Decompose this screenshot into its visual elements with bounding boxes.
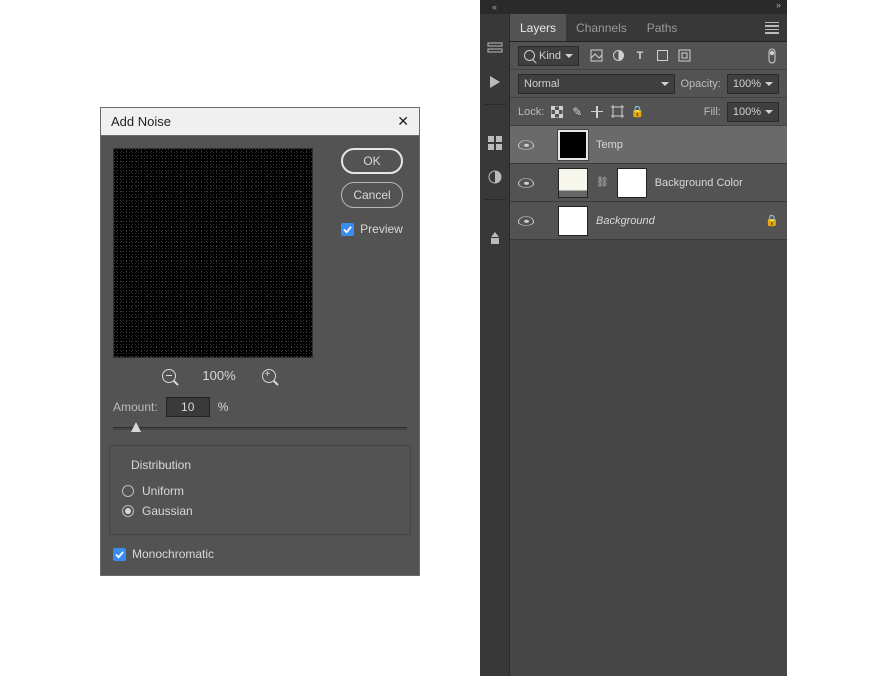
adjustments-icon[interactable] [485,167,505,187]
layers-panel-dock: « » Layers Channels Paths [480,0,787,676]
check-icon [343,225,352,234]
lock-position-icon[interactable] [590,105,604,119]
zoom-level: 100% [202,368,235,383]
fill-dropdown[interactable]: 100% [727,102,779,122]
zoom-out-icon[interactable] [162,369,176,383]
cancel-button[interactable]: Cancel [341,182,403,208]
slider-thumb[interactable] [131,422,141,432]
fill-label: Fill: [704,106,721,118]
add-noise-dialog: Add Noise ✕ 100% OK Cancel Preview Amoun… [100,107,420,576]
tab-paths[interactable]: Paths [637,14,688,41]
lock-fill-row: Lock: ✎ 🔒 Fill: 100% [510,98,787,126]
hamburger-icon [765,22,779,34]
radio-dot-icon [125,508,131,514]
swatches-icon[interactable] [485,133,505,153]
noise-preview-image [113,148,313,358]
preview-label: Preview [360,222,403,236]
chevron-down-icon [765,82,773,86]
panel-expand-right[interactable]: » [510,0,787,14]
layer-thumbnail[interactable] [558,206,588,236]
layer-name[interactable]: Temp [596,139,779,151]
dock-strip: « [480,0,510,676]
preview-checkbox[interactable] [341,223,354,236]
chevron-down-icon [661,82,669,86]
layer-mask-thumbnail[interactable] [617,168,647,198]
lock-icon: 🔒 [765,214,779,227]
history-icon[interactable] [485,38,505,58]
layer-row-background-color[interactable]: ⛓ Background Color [510,164,787,202]
amount-label: Amount: [113,400,158,414]
dialog-title: Add Noise [111,114,171,129]
gaussian-radio-row[interactable]: Gaussian [122,504,400,518]
lock-label: Lock: [518,106,544,118]
gaussian-radio[interactable] [122,505,134,517]
dialog-titlebar[interactable]: Add Noise ✕ [101,108,419,136]
distribution-fieldset: Distribution Uniform Gaussian [109,445,411,535]
slider-track [113,427,407,430]
filter-adjust-icon[interactable] [611,49,625,63]
dock-collapse-left[interactable]: « [480,0,509,14]
visibility-icon[interactable] [518,140,534,150]
lock-transparency-icon[interactable] [550,105,564,119]
zoom-in-icon[interactable] [262,369,276,383]
panel-tabs: Layers Channels Paths [510,14,787,42]
chevron-down-icon [565,54,573,58]
layer-row-temp[interactable]: Temp [510,126,787,164]
lock-artboard-icon[interactable] [610,105,624,119]
amount-input[interactable] [166,397,210,417]
layers-panel: » Layers Channels Paths Kind T [510,0,787,676]
chevron-down-icon [765,110,773,114]
monochromatic-label: Monochromatic [132,547,214,561]
opacity-dropdown[interactable]: 100% [727,74,779,94]
filter-pixel-icon[interactable] [589,49,603,63]
gaussian-label: Gaussian [142,504,193,518]
filter-toggle-switch[interactable] [765,49,779,63]
tab-channels[interactable]: Channels [566,14,637,41]
uniform-radio[interactable] [122,485,134,497]
close-icon[interactable]: ✕ [397,113,409,130]
uniform-label: Uniform [142,484,184,498]
amount-slider[interactable] [113,421,407,439]
filter-type-icon[interactable]: T [633,49,647,63]
check-icon [115,550,124,559]
monochromatic-row[interactable]: Monochromatic [101,547,419,575]
layer-name[interactable]: Background [596,215,757,227]
lock-all-icon[interactable]: 🔒 [630,105,644,119]
ok-button[interactable]: OK [341,148,403,174]
link-mask-icon[interactable]: ⛓ [596,177,609,188]
distribution-label: Distribution [128,458,194,472]
layer-name[interactable]: Background Color [655,177,779,189]
layer-thumbnail[interactable] [558,130,588,160]
tab-layers[interactable]: Layers [510,14,566,41]
lock-image-icon[interactable]: ✎ [570,105,584,119]
blend-mode-dropdown[interactable]: Normal [518,74,675,94]
visibility-icon[interactable] [518,216,534,226]
opacity-label: Opacity: [681,78,721,90]
actions-icon[interactable] [485,72,505,92]
panel-menu-button[interactable] [765,22,787,34]
preview-checkbox-row[interactable]: Preview [341,222,403,236]
search-icon [524,50,535,61]
visibility-icon[interactable] [518,178,534,188]
monochromatic-checkbox[interactable] [113,548,126,561]
clone-source-icon[interactable] [485,228,505,248]
uniform-radio-row[interactable]: Uniform [122,484,400,498]
filter-kind-dropdown[interactable]: Kind [518,46,579,66]
layer-thumbnail[interactable] [558,168,588,198]
amount-unit: % [218,400,229,414]
filter-smart-icon[interactable] [677,49,691,63]
blend-opacity-row: Normal Opacity: 100% [510,70,787,98]
filter-shape-icon[interactable] [655,49,669,63]
layer-row-background[interactable]: Background 🔒 [510,202,787,240]
layer-filter-row: Kind T [510,42,787,70]
